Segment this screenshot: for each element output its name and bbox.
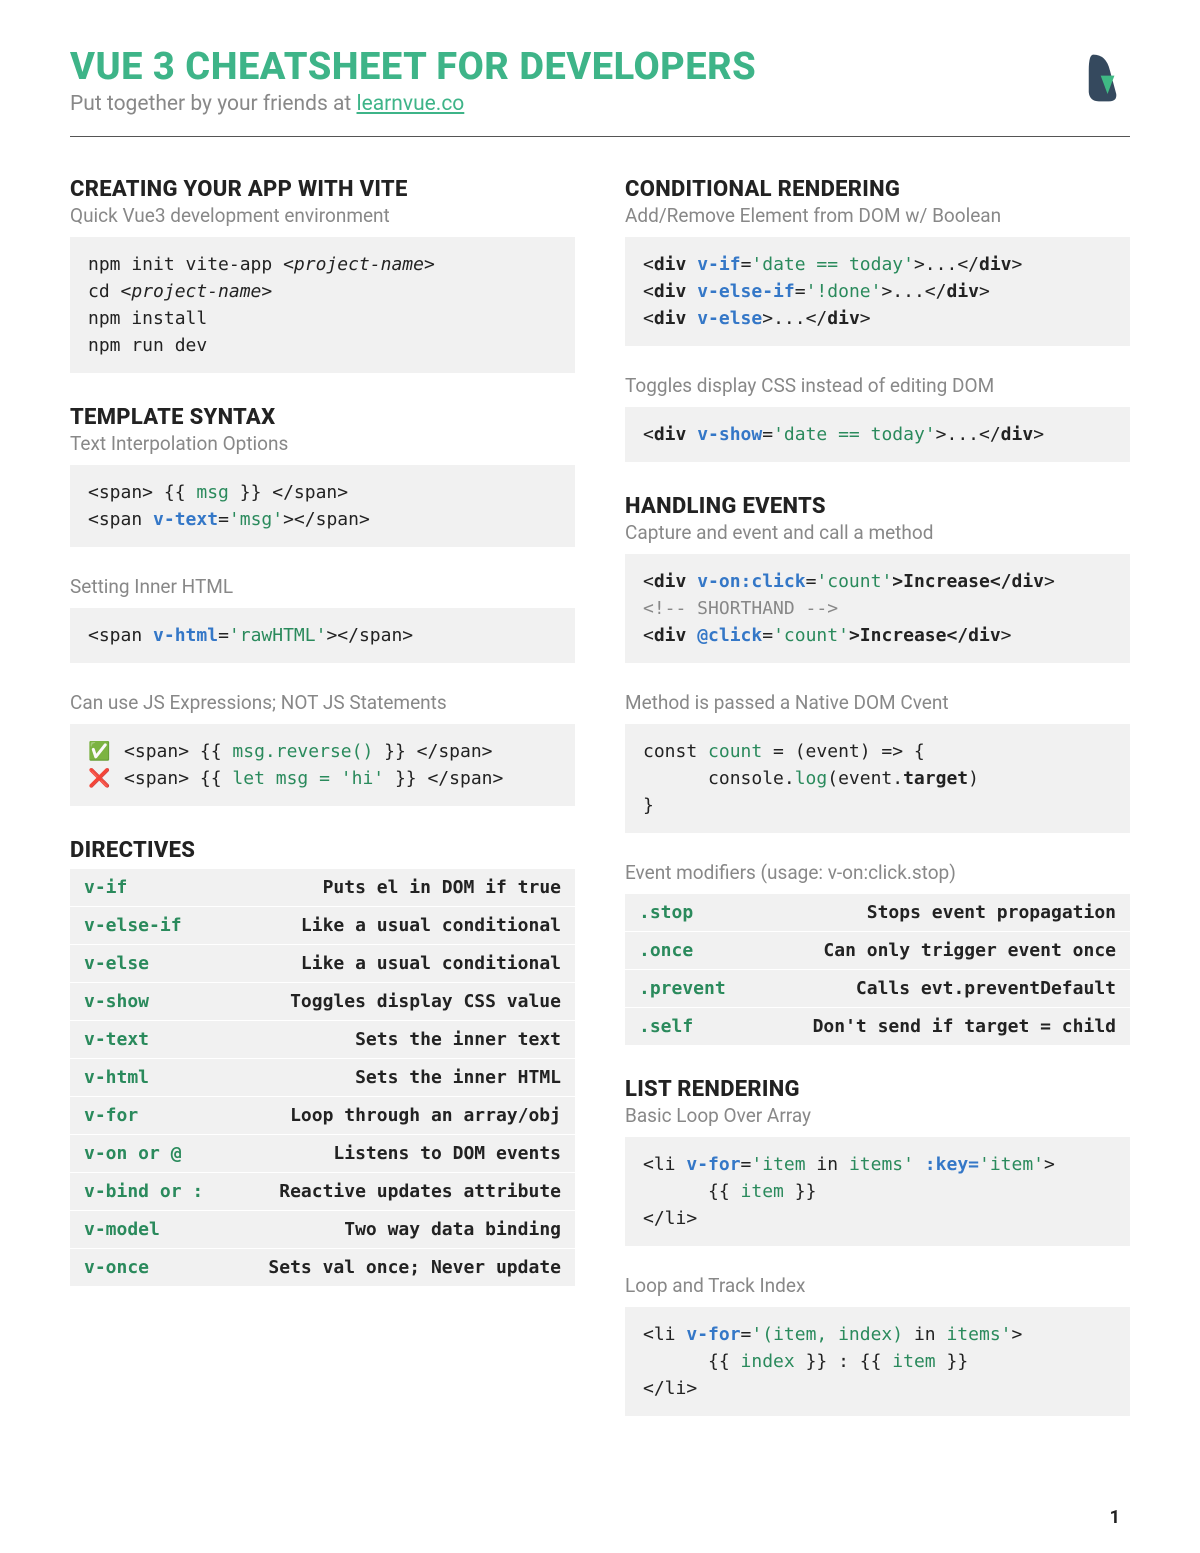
- subtitle-prefix: Put together by your friends at: [70, 92, 357, 116]
- section-subheading: Setting Inner HTML: [70, 575, 575, 598]
- table-row: .preventCalls evt.preventDefault: [625, 970, 1130, 1008]
- section-subheading: Method is passed a Native DOM Cvent: [625, 691, 1130, 714]
- section-directives: DIRECTIVES v-ifPuts el in DOM if true v-…: [70, 838, 575, 1286]
- section-conditional-rendering: CONDITIONAL RENDERING Add/Remove Element…: [625, 177, 1130, 462]
- table-row: .selfDon't send if target = child: [625, 1008, 1130, 1045]
- code-block: ✅ <span> {{ msg.reverse() }} </span> ❌ <…: [70, 724, 575, 806]
- section-template-syntax: TEMPLATE SYNTAX Text Interpolation Optio…: [70, 405, 575, 806]
- section-heading: LIST RENDERING: [625, 1077, 1130, 1102]
- check-icon: ✅: [88, 738, 113, 765]
- table-row: v-modelTwo way data binding: [70, 1211, 575, 1249]
- code-block: <div v-if='date == today'>...</div> <div…: [625, 237, 1130, 346]
- code-block: <li v-for='(item, index) in items'> {{ i…: [625, 1307, 1130, 1416]
- code-block: <div v-show='date == today'>...</div>: [625, 407, 1130, 462]
- section-subheading: Toggles display CSS instead of editing D…: [625, 374, 1130, 397]
- code-block: <span> {{ msg }} </span> <span v-text='m…: [70, 465, 575, 547]
- section-subheading: Capture and event and call a method: [625, 521, 1130, 544]
- page-subtitle: Put together by your friends at learnvue…: [70, 92, 1075, 116]
- table-row: v-showToggles display CSS value: [70, 983, 575, 1021]
- section-handling-events: HANDLING EVENTS Capture and event and ca…: [625, 494, 1130, 1045]
- page-header: VUE 3 CHEATSHEET FOR DEVELOPERS Put toge…: [70, 45, 1130, 137]
- section-subheading: Loop and Track Index: [625, 1274, 1130, 1297]
- table-row: v-bind or :Reactive updates attribute: [70, 1173, 575, 1211]
- left-column: CREATING YOUR APP WITH VITE Quick Vue3 d…: [70, 177, 575, 1448]
- section-creating-app: CREATING YOUR APP WITH VITE Quick Vue3 d…: [70, 177, 575, 373]
- table-row: v-htmlSets the inner HTML: [70, 1059, 575, 1097]
- directives-table: v-ifPuts el in DOM if true v-else-ifLike…: [70, 869, 575, 1286]
- page-title: VUE 3 CHEATSHEET FOR DEVELOPERS: [70, 45, 1075, 89]
- modifiers-table: .stopStops event propagation .onceCan on…: [625, 894, 1130, 1045]
- code-block: npm init vite-app <project-name> cd <pro…: [70, 237, 575, 373]
- section-heading: TEMPLATE SYNTAX: [70, 405, 575, 430]
- section-subheading: Quick Vue3 development environment: [70, 204, 575, 227]
- table-row: v-else-ifLike a usual conditional: [70, 907, 575, 945]
- table-row: .onceCan only trigger event once: [625, 932, 1130, 970]
- right-column: CONDITIONAL RENDERING Add/Remove Element…: [625, 177, 1130, 1448]
- table-row: v-forLoop through an array/obj: [70, 1097, 575, 1135]
- table-row: .stopStops event propagation: [625, 894, 1130, 932]
- section-heading: CONDITIONAL RENDERING: [625, 177, 1130, 202]
- table-row: v-ifPuts el in DOM if true: [70, 869, 575, 907]
- code-block: <div v-on:click='count'>Increase</div> <…: [625, 554, 1130, 663]
- table-row: v-elseLike a usual conditional: [70, 945, 575, 983]
- cross-icon: ❌: [88, 765, 113, 792]
- section-subheading: Basic Loop Over Array: [625, 1104, 1130, 1127]
- table-row: v-on or @Listens to DOM events: [70, 1135, 575, 1173]
- learnvue-link[interactable]: learnvue.co: [357, 92, 465, 116]
- section-heading: HANDLING EVENTS: [625, 494, 1130, 519]
- table-row: v-textSets the inner text: [70, 1021, 575, 1059]
- section-subheading: Can use JS Expressions; NOT JS Statement…: [70, 691, 575, 714]
- code-block: const count = (event) => { console.log(e…: [625, 724, 1130, 833]
- content-columns: CREATING YOUR APP WITH VITE Quick Vue3 d…: [70, 177, 1130, 1448]
- section-heading: CREATING YOUR APP WITH VITE: [70, 177, 575, 202]
- section-list-rendering: LIST RENDERING Basic Loop Over Array <li…: [625, 1077, 1130, 1416]
- table-row: v-onceSets val once; Never update: [70, 1249, 575, 1286]
- section-heading: DIRECTIVES: [70, 838, 575, 863]
- header-text: VUE 3 CHEATSHEET FOR DEVELOPERS Put toge…: [70, 45, 1075, 116]
- code-block: <li v-for='item in items' :key='item'> {…: [625, 1137, 1130, 1246]
- code-block: <span v-html='rawHTML'></span>: [70, 608, 575, 663]
- section-subheading: Text Interpolation Options: [70, 432, 575, 455]
- section-subheading: Event modifiers (usage: v-on:click.stop): [625, 861, 1130, 884]
- section-subheading: Add/Remove Element from DOM w/ Boolean: [625, 204, 1130, 227]
- page-number: 1: [1110, 1507, 1120, 1528]
- vue-logo-icon: [1075, 50, 1130, 105]
